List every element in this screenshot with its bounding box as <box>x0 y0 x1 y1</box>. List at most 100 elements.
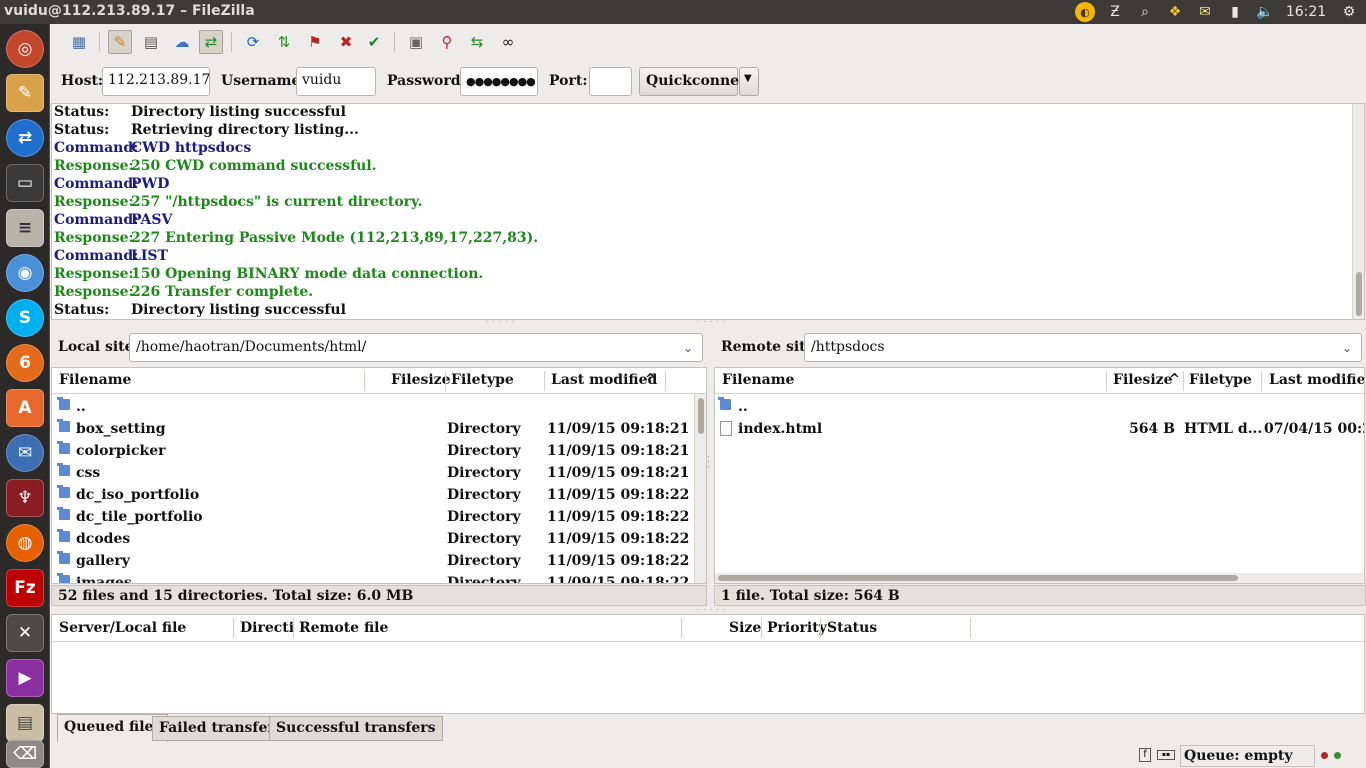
username-field[interactable]: vuidu <box>296 67 376 96</box>
local-file-row[interactable]: colorpicker Directory 11/09/15 09:18:21 <box>52 440 706 462</box>
queue-col-status[interactable]: Status <box>827 620 877 636</box>
local-file-row[interactable]: dc_tile_portfolio Directory 11/09/15 09:18… <box>52 506 706 528</box>
terminal-icon[interactable]: ▭ <box>6 164 44 202</box>
trash-icon[interactable]: ⌫ <box>6 740 44 768</box>
quickconnect-history-dropdown[interactable]: ▼ <box>739 67 759 96</box>
process-queue-icon[interactable]: ⇅ <box>272 30 296 54</box>
queue-col-direction[interactable]: Directio <box>240 620 293 636</box>
clock[interactable]: 16:21 <box>1280 0 1332 24</box>
teamviewer-icon[interactable]: ⇄ <box>6 119 44 157</box>
system-settings-icon[interactable]: ✕ <box>6 614 44 652</box>
remote-col-filetype[interactable]: Filetype <box>1189 372 1252 388</box>
queue-col-priority[interactable]: Priority <box>767 620 827 636</box>
disconnect-icon[interactable]: ✖ <box>334 30 358 54</box>
local-site-bar: Local site: /home/haotran/Documents/html… <box>51 328 707 366</box>
chevron-down-icon[interactable]: ⌄ <box>1333 334 1361 361</box>
wine-icon[interactable]: ♆ <box>6 479 44 517</box>
media-player-icon[interactable]: ▶ <box>6 659 44 697</box>
message-log[interactable]: Status: Directory listing successful Statu… <box>51 103 1365 320</box>
battery-icon[interactable]: ▮ <box>1220 0 1250 24</box>
messages-icon[interactable]: ✉ <box>1190 0 1220 24</box>
reconnect-icon[interactable]: ✔ <box>362 30 386 54</box>
log-scrollbar[interactable] <box>1352 104 1364 319</box>
password-field[interactable]: ●●●●●●●● <box>460 67 538 96</box>
local-file-row[interactable]: .. <box>52 396 706 418</box>
local-file-list[interactable]: Filename Filesize Filetype Last modified… <box>51 367 707 584</box>
toggle-remote-tree-icon[interactable]: ☁ <box>170 30 194 54</box>
local-file-row[interactable]: dc_iso_portfolio Directory 11/09/15 09:18:… <box>52 484 706 506</box>
tab-successful-transfers[interactable]: Successful transfers <box>269 716 443 741</box>
remote-file-row[interactable]: .. <box>715 396 1364 418</box>
volume-icon[interactable]: 🔈 <box>1250 0 1280 24</box>
zeitgeist-icon[interactable]: Ƶ <box>1100 0 1130 24</box>
log-scroll-thumb[interactable] <box>1356 272 1362 316</box>
local-file-row[interactable]: dcodes Directory 11/09/15 09:18:22 <box>52 528 706 550</box>
splitter-grip[interactable]: · · · · · <box>697 606 726 614</box>
splitter-grip[interactable]: · · · <box>707 454 711 473</box>
remote-file-row[interactable]: index.html 564 B HTML d...07/04/15 00:2... <box>715 418 1364 440</box>
session-gear-icon[interactable]: ⚙ <box>1332 0 1366 24</box>
chevron-down-icon[interactable]: ⌄ <box>674 334 702 361</box>
local-col-filesize[interactable]: Filesize <box>391 372 451 388</box>
site-manager-icon[interactable]: ▦ <box>67 30 91 54</box>
transfer-queue[interactable]: Server/Local file Directio Remote file S… <box>51 614 1365 714</box>
remote-col-filename[interactable]: Filename <box>722 372 794 388</box>
cancel-operation-icon[interactable]: ⚑ <box>303 30 327 54</box>
splitter-grip[interactable]: · · · · · <box>486 318 515 326</box>
queue-header: Server/Local file Directio Remote file S… <box>52 615 1364 642</box>
software-center-icon[interactable]: A <box>6 389 44 427</box>
remote-list-header: Filename Filesize ^ Filetype Last modifi… <box>715 368 1364 394</box>
directory-compare-icon[interactable]: ⚲ <box>435 30 459 54</box>
local-path-combo[interactable]: /home/haotran/Documents/html/ ⌄ <box>129 333 703 362</box>
remote-hscrollbar[interactable] <box>715 573 1364 583</box>
files-icon[interactable]: ▤ <box>6 704 44 742</box>
quickconnect-button[interactable]: Quickconnect <box>639 67 754 96</box>
search-remote-files-icon[interactable]: ∞ <box>496 30 520 54</box>
file-manager-icon[interactable]: ≡ <box>6 209 44 247</box>
toggle-message-log-icon[interactable]: ✎ <box>108 30 132 54</box>
remote-hscroll-thumb[interactable] <box>718 575 1238 581</box>
remote-path-combo[interactable]: /httpsdocs ⌄ <box>804 333 1362 362</box>
local-file-row[interactable]: gallery Directory 11/09/15 09:18:22 <box>52 550 706 572</box>
remote-col-filesize[interactable]: Filesize <box>1113 372 1173 388</box>
hotspot-icon[interactable]: 6 <box>6 344 44 382</box>
log-message: CWD httpsdocs <box>131 140 252 156</box>
local-file-row[interactable]: css Directory 11/09/15 09:18:21 <box>52 462 706 484</box>
skype-icon[interactable]: S <box>6 299 44 337</box>
directory-filter-icon[interactable]: ▣ <box>404 30 428 54</box>
toggle-local-tree-icon[interactable]: ▤ <box>139 30 163 54</box>
local-col-filetype[interactable]: Filetype <box>451 372 514 388</box>
splitter-grip[interactable]: · · · · · <box>697 318 726 326</box>
remote-col-modified[interactable]: Last modified <box>1269 372 1364 388</box>
speed-limit-icon[interactable]: ▪▪ <box>1157 750 1175 760</box>
log-type: Status: <box>54 104 110 120</box>
local-col-filename[interactable]: Filename <box>59 372 131 388</box>
network-tray-icon[interactable]: ❖ <box>1160 0 1190 24</box>
chromium-icon[interactable]: ◉ <box>6 254 44 292</box>
system-tray: ◐ Ƶ ⌕ ❖ ✉ ▮ 🔈 16:21 ⚙ <box>1070 0 1366 24</box>
local-scrollbar[interactable] <box>694 394 706 583</box>
local-file-row[interactable]: box_setting Directory 11/09/15 09:18:21 <box>52 418 706 440</box>
queue-col-size[interactable]: Size <box>729 620 761 636</box>
log-message: PWD <box>131 176 170 192</box>
local-col-modified[interactable]: Last modified <box>551 372 657 388</box>
indicator-icon[interactable]: ◐ <box>1075 2 1095 22</box>
firefox-icon[interactable]: ◍ <box>6 524 44 562</box>
port-field[interactable] <box>589 67 632 96</box>
text-editor-icon[interactable]: ✎ <box>6 74 44 112</box>
queue-col-remote[interactable]: Remote file <box>299 620 388 636</box>
local-file-row[interactable]: images Directory 11/09/15 09:18:22 <box>52 572 706 583</box>
thunderbird-icon[interactable]: ✉ <box>6 434 44 472</box>
remote-file-name: index.html <box>738 421 823 437</box>
dash-home-icon[interactable]: ◎ <box>6 30 44 68</box>
search-tray-icon[interactable]: ⌕ <box>1130 0 1160 24</box>
remote-file-list[interactable]: Filename Filesize ^ Filetype Last modifi… <box>714 367 1365 584</box>
filezilla-icon[interactable]: Fz <box>6 569 44 607</box>
sync-browsing-icon[interactable]: ⇆ <box>465 30 489 54</box>
filter-indicator-icon[interactable]: f <box>1139 748 1151 762</box>
toggle-transfer-queue-icon[interactable]: ⇄ <box>199 30 223 54</box>
queue-col-server-local[interactable]: Server/Local file <box>59 620 186 636</box>
local-scroll-thumb[interactable] <box>698 398 704 434</box>
refresh-icon[interactable]: ⟳ <box>241 30 265 54</box>
host-field[interactable]: 112.213.89.17 <box>102 67 210 96</box>
